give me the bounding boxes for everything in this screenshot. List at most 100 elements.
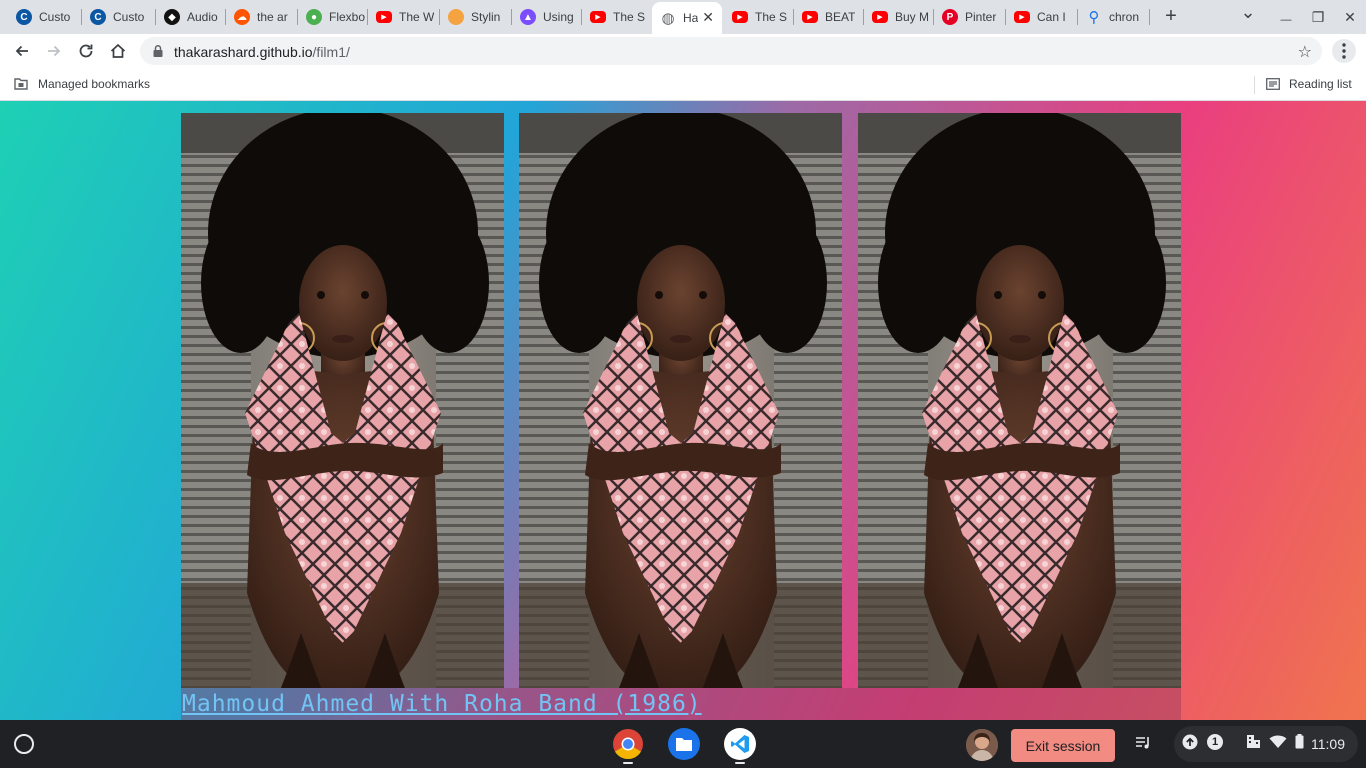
circle-c-icon: C xyxy=(16,9,32,25)
vscode-app-icon[interactable] xyxy=(724,728,756,760)
browser-toolbar: thakarashard.github.io/film1/ ☆ xyxy=(0,34,1366,68)
youtube-icon: ▶ xyxy=(590,11,606,23)
tab-separator xyxy=(1149,9,1150,25)
tab-16[interactable]: ⚲ chron xyxy=(1078,4,1150,30)
portrait-image xyxy=(181,113,504,688)
tab-title: Ha xyxy=(683,11,699,25)
tab-14[interactable]: P Pinter xyxy=(934,4,1006,30)
forward-button[interactable] xyxy=(42,39,66,63)
tab-title: Custo xyxy=(39,10,71,24)
tab-title: chron xyxy=(1109,10,1140,24)
chrome-app-icon[interactable] xyxy=(612,728,644,760)
youtube-icon: ▶ xyxy=(872,11,888,23)
tab-search-button[interactable]: ⌄ xyxy=(1238,2,1258,22)
files-app-icon[interactable] xyxy=(668,728,700,760)
reading-list-button[interactable]: Reading list xyxy=(1266,77,1352,91)
globe-icon: ◍ xyxy=(661,10,675,27)
tab-4[interactable]: ☁ the ar xyxy=(226,4,298,30)
youtube-icon: ▶ xyxy=(802,11,818,23)
close-window-button[interactable]: ✕ xyxy=(1340,7,1360,27)
minimize-button[interactable]: — xyxy=(1276,10,1296,30)
tab-2[interactable]: C Custo xyxy=(82,4,156,30)
circle-c-icon: C xyxy=(90,9,106,25)
folder-icon xyxy=(676,737,692,751)
reload-icon xyxy=(79,44,93,58)
wifi-icon xyxy=(1269,735,1287,748)
url-text: thakarashard.github.io/film1/ xyxy=(174,44,350,60)
lock-icon xyxy=(153,45,163,57)
youtube-icon: ▶ xyxy=(1014,11,1030,23)
tab-13[interactable]: ▶ Buy M xyxy=(864,4,934,30)
bookmark-star-icon[interactable]: ☆ xyxy=(1298,42,1312,62)
codepen-icon: ◆ xyxy=(164,9,180,25)
tab-title: BEAT xyxy=(825,10,856,24)
youtube-icon: ▶ xyxy=(376,11,392,23)
exit-session-button[interactable]: Exit session xyxy=(1011,729,1115,762)
photo-3 xyxy=(858,113,1181,688)
chrome-running-indicator xyxy=(623,762,633,764)
tab-title: The S xyxy=(613,10,646,24)
orange-dot-icon xyxy=(448,9,464,25)
restore-icon: ❐ xyxy=(1311,9,1325,25)
reload-button[interactable] xyxy=(74,39,98,63)
rocket-icon: ▲ xyxy=(520,9,536,25)
tab-3[interactable]: ◆ Audio xyxy=(156,4,226,30)
tab-title: Buy M xyxy=(895,10,930,24)
tab-12[interactable]: ▶ BEAT xyxy=(794,4,864,30)
browser-menu-button[interactable] xyxy=(1332,39,1356,63)
youtube-icon: ▶ xyxy=(732,11,748,23)
tab-strip: C Custo C Custo ◆ Audio ☁ the ar ● Flexbo ▶ The W St… xyxy=(0,0,1366,34)
avatar-image xyxy=(966,729,998,761)
album-link[interactable]: Mahmoud Ahmed With Roha Band (1986) xyxy=(182,691,702,717)
tab-title: Stylin xyxy=(471,10,501,24)
close-tab-icon[interactable]: ✕ xyxy=(702,10,714,24)
reading-list-icon xyxy=(1266,78,1280,90)
restore-button[interactable]: ❐ xyxy=(1308,7,1328,27)
tab-title: the ar xyxy=(257,10,288,24)
photo-1 xyxy=(181,113,504,688)
back-button[interactable] xyxy=(10,39,34,63)
media-controls-icon[interactable] xyxy=(1134,734,1152,752)
photo-2 xyxy=(519,113,842,688)
notification-count-badge: 1 xyxy=(1207,734,1223,750)
launcher-button[interactable] xyxy=(14,734,34,754)
photo-gallery xyxy=(181,113,1181,688)
page-viewport: Mahmoud Ahmed With Roha Band (1986) xyxy=(0,101,1366,720)
system-clock: 11:09 xyxy=(1311,736,1345,752)
tab-1[interactable]: C Custo xyxy=(8,4,82,30)
tab-9[interactable]: ▶ The S xyxy=(582,4,652,30)
tab-10[interactable]: ◍ Ha ✕ xyxy=(652,2,722,34)
tab-title: Audio xyxy=(187,10,218,24)
vscode-running-indicator xyxy=(735,762,745,764)
frog-icon: ● xyxy=(306,9,322,25)
chevron-down-icon: ⌄ xyxy=(1240,2,1256,22)
tab-title: Custo xyxy=(113,10,145,24)
managed-device-icon xyxy=(1247,735,1260,748)
tab-5[interactable]: ● Flexbo xyxy=(298,4,368,30)
tab-6[interactable]: ▶ The W xyxy=(368,4,440,30)
new-tab-button[interactable]: + xyxy=(1161,6,1181,26)
search-icon: ⚲ xyxy=(1088,9,1100,26)
tab-11[interactable]: ▶ The S xyxy=(724,4,794,30)
soundcloud-icon: ☁ xyxy=(234,9,250,25)
tab-15[interactable]: ▶ Can I xyxy=(1006,4,1078,30)
tab-7[interactable]: Stylin xyxy=(440,4,512,30)
tab-title: Flexbo xyxy=(329,10,366,24)
tab-title: Using xyxy=(543,10,574,24)
folder-managed-icon xyxy=(14,78,28,90)
arrow-right-icon xyxy=(48,45,61,57)
home-button[interactable] xyxy=(106,39,130,63)
portrait-image xyxy=(519,113,842,688)
arrow-left-icon xyxy=(15,45,28,57)
home-icon xyxy=(110,43,126,58)
bookmarks-bar: Managed bookmarks Reading list xyxy=(0,68,1366,101)
user-avatar[interactable] xyxy=(966,729,998,761)
tab-title: The S xyxy=(755,10,788,24)
upload-icon xyxy=(1182,734,1198,750)
tab-8[interactable]: ▲ Using xyxy=(512,4,582,30)
managed-bookmarks-folder[interactable]: Managed bookmarks xyxy=(14,77,150,91)
tab-title: The W xyxy=(399,10,435,24)
close-icon: ✕ xyxy=(1344,9,1356,25)
address-bar[interactable]: thakarashard.github.io/film1/ ☆ xyxy=(140,37,1322,65)
battery-icon xyxy=(1295,734,1304,749)
